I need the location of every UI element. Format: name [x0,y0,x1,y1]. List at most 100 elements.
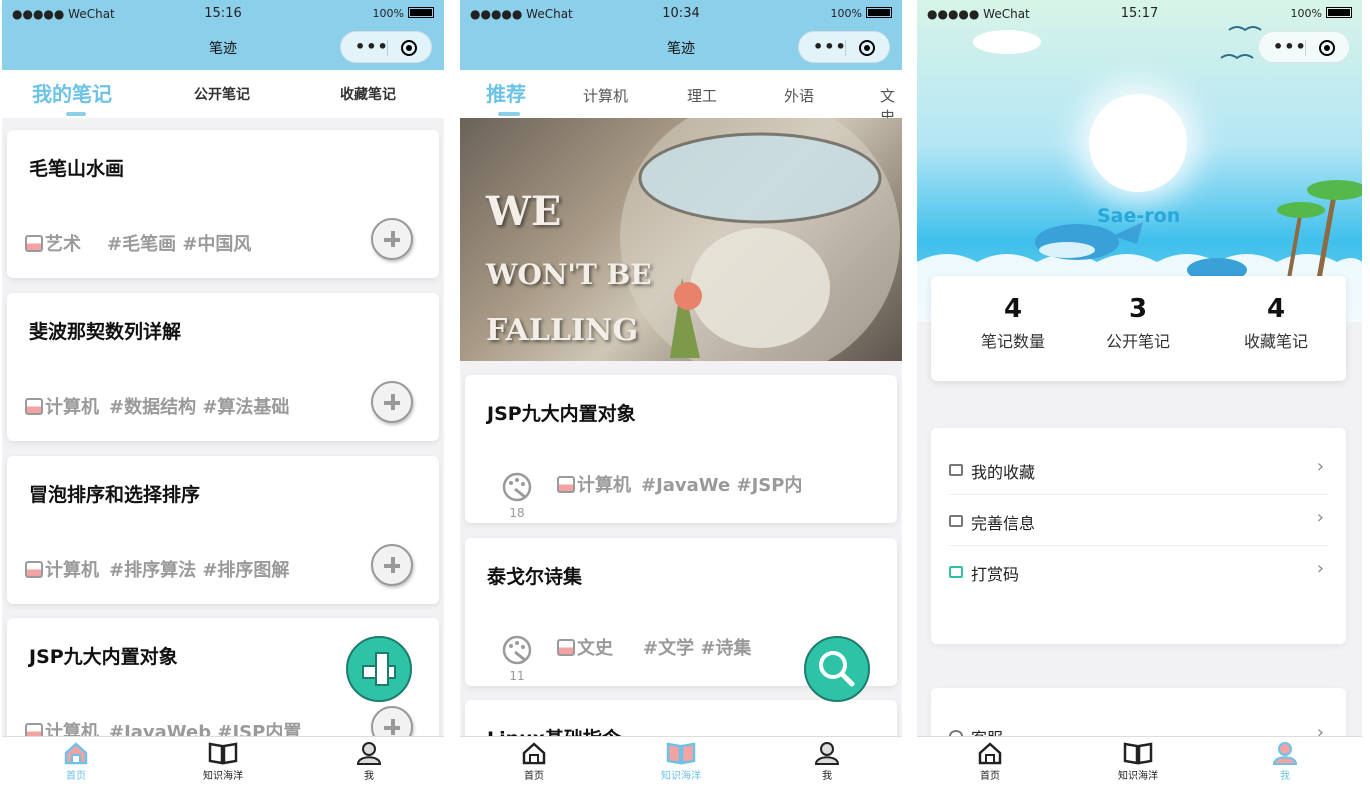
stat-favorite-notes[interactable]: 4 收藏笔记 [1216,294,1336,352]
banner-line-1: WE [486,188,562,235]
note-title: JSP九大内置对象 [487,403,636,425]
stat-public-notes[interactable]: 3 公开笔记 [1078,294,1198,352]
note-title: 冒泡排序和选择排序 [29,484,201,506]
banner-line-3: FALLING [486,313,639,348]
note-tag-list: #毛笔画 #中国风 [107,234,252,255]
tabbar-me-label: 我 [1280,771,1290,782]
tabbar-me[interactable]: 我 [334,741,404,782]
close-target-icon[interactable] [1319,40,1335,56]
battery-level: 100% [830,7,862,20]
tab-indicator [498,112,520,116]
book-icon [25,398,43,415]
palette-icon [502,472,532,502]
profile-menu: 我的收藏 › 完善信息 › 打赏码 › [931,428,1346,644]
menu-item-label: 完善信息 [971,514,1036,533]
view-count-value: 11 [509,669,525,683]
note-card[interactable]: JSP九大内置对象 18 计算机 #JavaWe #JSP内 [465,375,897,523]
tabbar-home[interactable]: 首页 [41,741,111,782]
note-tag-list: #JavaWe #JSP内 [641,475,803,496]
home-icon [64,742,88,765]
note-tag-list: #文学 #诗集 [643,638,752,659]
status-bar: ●●●●● WeChat 15:16 100% [2,0,444,28]
more-icon[interactable]: ••• [813,37,847,56]
note-title: 泰戈尔诗集 [487,566,583,588]
bottom-tab-bar: 首页 知识海洋 我 [460,736,902,791]
close-target-icon[interactable] [401,40,417,56]
banner-carousel[interactable]: WE WON'T BE FALLING [460,118,902,361]
menu-item-label: 我的收藏 [971,463,1036,482]
battery-icon [866,7,892,18]
capsule-menu[interactable]: ••• [798,31,890,63]
tabbar-home[interactable]: 首页 [955,741,1025,782]
menu-item-favorites[interactable]: 我的收藏 › [949,444,1328,495]
battery: 100% [373,7,434,20]
bottom-tab-bar: 首页 知识海洋 我 [2,736,444,791]
tab-public-notes[interactable]: 公开笔记 [194,84,250,104]
bottom-tab-bar: 首页 知识海洋 我 [917,736,1362,791]
chevron-right-icon: › [1316,456,1324,477]
tab-computer[interactable]: 计算机 [583,85,628,106]
note-tag-list: #排序算法 #排序图解 [109,560,290,581]
user-icon [814,742,840,765]
menu-item-label: 打赏码 [971,565,1020,584]
palette-icon [502,635,532,665]
book-icon [557,476,575,493]
book-icon [25,561,43,578]
capsule-menu[interactable]: ••• [340,31,432,63]
capsule-menu[interactable]: ••• [1258,31,1350,63]
note-tags: 计算机 #JavaWe #JSP内 [557,471,802,497]
battery-icon [1326,7,1352,18]
search-button[interactable] [804,636,870,702]
category-tabs: 推荐 计算机 理工 外语 文史 [460,70,902,118]
menu-item-reward-code[interactable]: 打赏码 › [949,546,1328,597]
book-icon [666,742,696,765]
plus-icon[interactable] [371,218,413,260]
tab-history[interactable]: 文史 [880,85,902,118]
tabbar-knowledge[interactable]: 知识海洋 [188,741,258,782]
tab-my-notes[interactable]: 我的笔记 [32,78,112,107]
plus-icon[interactable] [371,544,413,586]
note-card[interactable]: 斐波那契数列详解 计算机 #数据结构 #算法基础 [7,293,439,441]
battery: 100% [831,7,892,20]
note-card[interactable]: 毛笔山水画 艺术 #毛笔画 #中国风 [7,130,439,278]
home-icon [522,742,546,765]
tabbar-me[interactable]: 我 [1250,741,1320,782]
menu-item-edit-info[interactable]: 完善信息 › [949,495,1328,546]
sun-avatar[interactable] [1089,94,1187,192]
more-icon[interactable]: ••• [1273,37,1307,56]
status-bar: ●●●●● WeChat 10:34 100% [460,0,902,28]
note-title: JSP九大内置对象 [29,646,178,668]
tabbar-home-label: 首页 [980,771,1000,782]
note-card[interactable]: 冒泡排序和选择排序 计算机 #排序算法 #排序图解 [7,456,439,604]
note-category: 文史 [577,638,613,659]
tab-language[interactable]: 外语 [784,85,814,106]
status-bar: ●●●●● WeChat 15:17 100% [917,0,1362,28]
tab-favorite-notes[interactable]: 收藏笔记 [340,84,396,104]
user-icon [356,742,382,765]
tabbar-knowledge-label: 知识海洋 [661,771,701,782]
note-tags: 计算机 #排序算法 #排序图解 [25,556,289,582]
note-category: 计算机 [45,560,99,581]
tabbar-me-label: 我 [364,771,374,782]
book-icon [25,235,43,252]
add-note-button[interactable] [346,636,412,702]
tab-recommend[interactable]: 推荐 [486,78,526,107]
note-title: 毛笔山水画 [29,158,125,180]
phone-my-notes: ●●●●● WeChat 15:16 100% 笔迹 ••• 我的笔记 公开笔记… [2,0,444,791]
home-icon [978,742,1002,765]
more-icon[interactable]: ••• [355,37,389,56]
tabbar-me[interactable]: 我 [792,741,862,782]
plus-icon[interactable] [371,381,413,423]
stat-note-count[interactable]: 4 笔记数量 [953,294,1073,352]
view-count: 11 [501,634,533,683]
notes-tabs: 我的笔记 公开笔记 收藏笔记 [2,70,444,118]
tabbar-knowledge[interactable]: 知识海洋 [646,741,716,782]
tabbar-me-label: 我 [822,771,832,782]
tabbar-knowledge[interactable]: 知识海洋 [1103,741,1173,782]
close-target-icon[interactable] [859,40,875,56]
tab-science[interactable]: 理工 [687,85,717,106]
note-category: 计算机 [45,397,99,418]
stat-value: 3 [1128,294,1148,324]
tabbar-home[interactable]: 首页 [499,741,569,782]
tabbar-home-label: 首页 [524,771,544,782]
